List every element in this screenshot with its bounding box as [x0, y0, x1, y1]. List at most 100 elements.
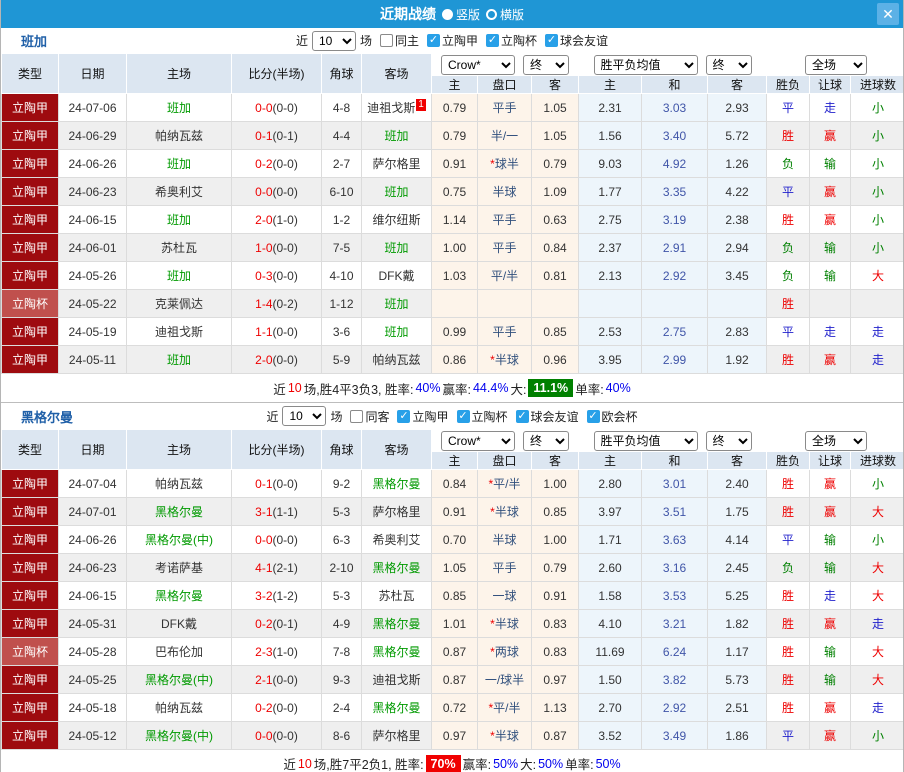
- cell-result-handicap: 输: [809, 553, 851, 582]
- cell-result-handicap: 赢: [809, 345, 851, 374]
- league-filter-checkbox[interactable]: ✓ 立陶甲: [397, 408, 449, 425]
- cell-odds-away: 1.75: [707, 497, 767, 526]
- avg-odds-select[interactable]: 胜平负均值: [593, 54, 698, 75]
- cell-away-team: 迪祖戈斯 1: [361, 93, 432, 122]
- cell-result-wdl: 负: [766, 149, 810, 178]
- checkbox-unchecked-icon[interactable]: [379, 34, 393, 47]
- radio-unselected-icon[interactable]: [486, 8, 497, 20]
- cell-home-team: 黑格尔曼(中): [126, 665, 232, 694]
- cell-result-handicap: 输: [809, 665, 851, 694]
- filter-bar: 黑格尔曼近 10 场同客 ✓ 立陶甲 ✓ 立陶杯 ✓ 球会友谊 ✓ 欧会杯: [1, 403, 903, 429]
- recent-label: 近: [266, 409, 279, 424]
- halftime-score: (1-1): [272, 504, 298, 519]
- summary-segment: 50%: [595, 756, 621, 771]
- final-odds-select[interactable]: 终: [523, 54, 569, 75]
- final-odds-select-2[interactable]: 终: [705, 54, 752, 75]
- cell-ah-away-odds: 1.05: [531, 93, 579, 122]
- avg-odds-select[interactable]: 胜平负均值: [593, 430, 698, 451]
- halftime-score: (0-0): [272, 268, 298, 283]
- summary-segment: 场,胜7平2负1, 胜率:: [313, 758, 424, 772]
- recent-count-select[interactable]: 10: [282, 406, 327, 426]
- cell-score: 1-1(0-0): [231, 317, 322, 346]
- checkbox-unchecked-icon[interactable]: [350, 409, 364, 423]
- cell-result-goals: 小: [850, 149, 903, 178]
- cell-ah-line: 平手: [477, 233, 532, 262]
- checkbox-checked-icon[interactable]: ✓: [486, 34, 500, 47]
- cell-odds-away: 2.83: [707, 317, 767, 346]
- header-subcol-1: 主: [431, 451, 478, 470]
- cell-score: 2-3(1-0): [231, 637, 322, 666]
- header-col-3: 主场: [126, 53, 232, 94]
- cell-odds-away: 1.26: [707, 149, 767, 178]
- fulltime-score: 0-1: [255, 128, 273, 143]
- home-team-name: 考诺萨基: [154, 561, 203, 575]
- cell-odds-home: 2.53: [578, 317, 642, 346]
- cell-odds-draw: 4.92: [641, 149, 708, 178]
- cell-odds-draw: 3.63: [641, 525, 708, 554]
- cell-home-team: 班加: [126, 93, 232, 122]
- close-icon[interactable]: ✕: [877, 3, 899, 25]
- final-odds-select-2[interactable]: 终: [705, 430, 752, 451]
- cell-score: 0-2(0-0): [231, 149, 322, 178]
- match-row: 立陶甲 24-05-25 黑格尔曼(中) 2-1(0-0) 9-3 迪祖戈斯 0.87 一/球…: [1, 665, 903, 694]
- cell-ah-away-odds: 0.97: [531, 665, 579, 694]
- cell-ah-line: *半球: [477, 497, 532, 526]
- cell-odds-away: 3.45: [707, 261, 767, 290]
- checkbox-checked-icon[interactable]: ✓: [515, 409, 529, 423]
- scope-select[interactable]: 全场: [805, 430, 867, 451]
- league-filter-checkbox[interactable]: ✓ 立陶杯: [456, 408, 508, 425]
- halftime-score: (0-0): [272, 352, 298, 367]
- fulltime-score: 0-0: [255, 532, 273, 547]
- cell-home-team: 帕纳瓦兹: [126, 469, 232, 498]
- cell-ah-home-odds: 0.84: [431, 469, 478, 498]
- scope-select[interactable]: 全场: [805, 54, 867, 75]
- cell-corners: 3-6: [321, 317, 362, 346]
- layout-radio-vertical[interactable]: 竖版: [441, 6, 480, 23]
- cell-ah-away-odds: 0.91: [531, 581, 579, 610]
- cell-ah-home-odds: 0.72: [431, 693, 478, 722]
- cell-away-team: 黑格尔曼: [361, 609, 432, 638]
- header-subcol-8: 让球: [809, 451, 851, 470]
- same-venue-checkbox[interactable]: 同主: [379, 32, 419, 49]
- cell-ah-away-odds: 0.83: [531, 637, 579, 666]
- match-row: 立陶甲 24-06-15 班加 2-0(1-0) 1-2 维尔纽斯 1.14 平手 0.63 2.…: [1, 205, 903, 234]
- cell-odds-away: 1.86: [707, 721, 767, 750]
- checkbox-checked-icon[interactable]: ✓: [427, 34, 440, 47]
- league-filter-checkbox[interactable]: ✓ 欧会杯: [586, 408, 638, 425]
- summary-segment: 单率:: [565, 758, 594, 772]
- summary-segment: 40%: [605, 381, 631, 395]
- league-filter-checkbox[interactable]: ✓ 立陶甲: [427, 32, 478, 49]
- bookmaker-select[interactable]: Crow*: [441, 54, 515, 75]
- ah-line-text: 平/半: [493, 701, 521, 715]
- cell-odds-draw: 3.01: [641, 469, 708, 498]
- summary-line: 近 10 场,胜4平3负3, 胜率: 40% 赢率: 44.4% 大: 11.1% 单率:…: [1, 374, 903, 402]
- cell-home-team: 班加: [126, 261, 232, 290]
- bookmaker-select[interactable]: Crow*: [441, 430, 515, 451]
- checkbox-checked-icon[interactable]: ✓: [545, 34, 559, 47]
- cell-home-team: 迪祖戈斯: [126, 317, 232, 346]
- home-team-name: 迪祖戈斯: [154, 325, 203, 339]
- cell-ah-line: 平手: [477, 93, 532, 122]
- cell-ah-line: *两球: [477, 637, 532, 666]
- layout-radio-horizontal[interactable]: 横版: [486, 6, 524, 23]
- cell-odds-home: 4.10: [578, 609, 642, 638]
- checkbox-checked-icon[interactable]: ✓: [397, 409, 411, 423]
- league-filter-checkbox[interactable]: ✓ 立陶杯: [486, 32, 537, 49]
- home-team-name: 黑格尔曼: [154, 589, 203, 603]
- cell-odds-home: 2.37: [578, 233, 642, 262]
- cell-date: 24-05-25: [58, 665, 127, 694]
- cell-home-team: 希奥利艾: [126, 177, 232, 206]
- league-filter-checkbox[interactable]: ✓ 球会友谊: [545, 32, 608, 49]
- cell-ah-away-odds: 1.09: [531, 177, 579, 206]
- radio-selected-icon[interactable]: [441, 8, 453, 20]
- same-venue-checkbox[interactable]: 同客: [350, 408, 389, 425]
- cell-home-team: 克莱佩达: [126, 289, 232, 318]
- checkbox-checked-icon[interactable]: ✓: [586, 409, 600, 423]
- cell-league-type: 立陶甲: [1, 693, 59, 722]
- recent-count-select[interactable]: 10: [311, 30, 356, 51]
- final-odds-select[interactable]: 终: [523, 430, 569, 451]
- cell-ah-away-odds: 1.00: [531, 525, 579, 554]
- league-filter-checkbox[interactable]: ✓ 球会友谊: [515, 408, 579, 425]
- summary-segment: 单率:: [575, 382, 604, 397]
- checkbox-checked-icon[interactable]: ✓: [456, 409, 470, 423]
